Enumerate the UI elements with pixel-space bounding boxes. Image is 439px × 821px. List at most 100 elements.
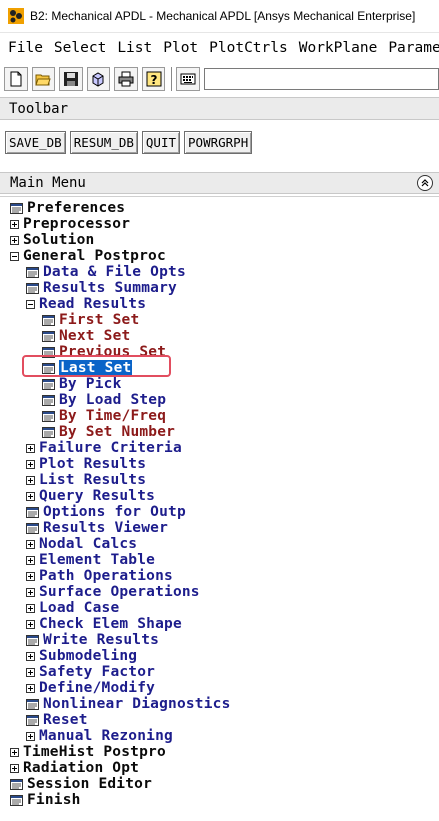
tree-item-label: Radiation Opt	[23, 760, 140, 776]
save-icon[interactable]	[59, 67, 83, 91]
collapse-minus-icon[interactable]	[26, 299, 35, 309]
menu-bar: File Select List Plot PlotCtrls WorkPlan…	[0, 36, 439, 60]
tree-item-manual-rezoning[interactable]: Manual Rezoning	[26, 728, 173, 744]
tree-item-nonlinear-diagnostics[interactable]: Nonlinear Diagnostics	[26, 696, 231, 712]
expand-plus-icon[interactable]	[10, 235, 19, 245]
tree-item-label: Plot Results	[39, 456, 147, 472]
tree-item-nodal-calcs[interactable]: Nodal Calcs	[26, 536, 137, 552]
expand-plus-icon[interactable]	[26, 587, 35, 597]
tree-item-read-results[interactable]: Read Results	[26, 296, 146, 312]
expand-plus-icon[interactable]	[26, 683, 35, 693]
tree-item-first-set[interactable]: First Set	[42, 312, 139, 328]
menu-plot[interactable]: Plot	[163, 40, 198, 56]
expand-plus-icon[interactable]	[26, 475, 35, 485]
tree-item-plot-results[interactable]: Plot Results	[26, 456, 146, 472]
tree-item-load-case[interactable]: Load Case	[26, 600, 119, 616]
tree-item-safety-factor[interactable]: Safety Factor	[26, 664, 155, 680]
main-menu-header: Main Menu	[0, 172, 439, 194]
tree-item-failure-criteria[interactable]: Failure Criteria	[26, 440, 182, 456]
expand-plus-icon[interactable]	[26, 443, 35, 453]
resum-db-button[interactable]: RESUM_DB	[69, 130, 138, 154]
cube-icon[interactable]	[86, 67, 111, 91]
tree-item-element-table[interactable]: Element Table	[26, 552, 155, 568]
tree-item-by-time-freq[interactable]: By Time/Freq	[42, 408, 166, 424]
expand-plus-icon[interactable]	[10, 219, 19, 229]
tree-item-previous-set[interactable]: Previous Set	[42, 344, 166, 360]
tree-item-path-operations[interactable]: Path Operations	[26, 568, 173, 584]
tree-item-label: First Set	[59, 312, 140, 328]
menu-leaf-icon	[26, 506, 39, 518]
menu-workplane[interactable]: WorkPlane	[299, 40, 378, 56]
svg-text:?: ?	[150, 73, 157, 87]
tree-item-label: Define/Modify	[39, 680, 156, 696]
menu-select[interactable]: Select	[54, 40, 106, 56]
open-folder-icon[interactable]	[31, 67, 56, 91]
collapse-minus-icon[interactable]	[10, 251, 19, 261]
tree-item-label: Results Viewer	[43, 520, 169, 536]
tree-item-general-postproc[interactable]: General Postproc	[10, 248, 166, 264]
new-file-icon[interactable]	[4, 67, 28, 91]
expand-plus-icon[interactable]	[26, 555, 35, 565]
menu-leaf-icon	[42, 330, 55, 342]
tree-item-by-load-step[interactable]: By Load Step	[42, 392, 166, 408]
menu-plotctrls[interactable]: PlotCtrls	[209, 40, 288, 56]
tree-item-by-set-number[interactable]: By Set Number	[42, 424, 175, 440]
tree-item-data-file-opts[interactable]: Data & File Opts	[26, 264, 186, 280]
tree-item-check-elem-shape[interactable]: Check Elem Shape	[26, 616, 182, 632]
menu-leaf-icon	[42, 362, 55, 374]
tree-item-label: Data & File Opts	[43, 264, 186, 280]
tree-item-reset[interactable]: Reset	[26, 712, 88, 728]
quit-button[interactable]: QUIT	[141, 130, 181, 154]
tree-item-preferences[interactable]: Preferences	[10, 200, 125, 216]
tree-item-query-results[interactable]: Query Results	[26, 488, 155, 504]
tree-item-label: Element Table	[39, 552, 156, 568]
tree-item-radiation-opt[interactable]: Radiation Opt	[10, 760, 139, 776]
save-db-button[interactable]: SAVE_DB	[5, 130, 66, 154]
expand-plus-icon[interactable]	[26, 667, 35, 677]
command-keyboard-icon[interactable]	[176, 67, 200, 91]
tree-item-last-set[interactable]: Last Set	[42, 360, 133, 376]
powrgrph-button[interactable]: POWRGRPH	[184, 130, 253, 154]
help-icon[interactable]: ?	[141, 67, 166, 91]
menu-parameters[interactable]: Paramet	[388, 40, 439, 56]
expand-plus-icon[interactable]	[26, 603, 35, 613]
tree-item-label: Last Set	[59, 360, 133, 376]
expand-plus-icon[interactable]	[10, 747, 19, 757]
tree-item-label: Read Results	[39, 296, 147, 312]
tree-item-label: Preprocessor	[23, 216, 131, 232]
menu-leaf-icon	[10, 778, 23, 790]
expand-plus-icon[interactable]	[26, 539, 35, 549]
command-input[interactable]	[203, 68, 439, 90]
tree-item-results-summary[interactable]: Results Summary	[26, 280, 177, 296]
tree-item-label: Nonlinear Diagnostics	[43, 696, 231, 712]
expand-plus-icon[interactable]	[26, 571, 35, 581]
tree-item-timehist-postpro[interactable]: TimeHist Postpro	[10, 744, 166, 760]
menu-file[interactable]: File	[8, 40, 43, 56]
tree-item-results-viewer[interactable]: Results Viewer	[26, 520, 168, 536]
tree-item-write-results[interactable]: Write Results	[26, 632, 159, 648]
tree-item-define-modify[interactable]: Define/Modify	[26, 680, 155, 696]
tree-item-label: Session Editor	[27, 776, 153, 792]
tree-item-solution[interactable]: Solution	[10, 232, 94, 248]
collapse-panel-icon[interactable]	[417, 175, 433, 191]
tree-item-options-for-outp[interactable]: Options for Outp	[26, 504, 186, 520]
expand-plus-icon[interactable]	[26, 491, 35, 501]
expand-plus-icon[interactable]	[26, 459, 35, 469]
tree-item-preprocessor[interactable]: Preprocessor	[10, 216, 130, 232]
tree-item-session-editor[interactable]: Session Editor	[10, 776, 152, 792]
expand-plus-icon[interactable]	[10, 763, 19, 773]
menu-list[interactable]: List	[117, 40, 152, 56]
print-icon[interactable]	[114, 67, 138, 91]
menu-leaf-icon	[26, 522, 39, 534]
tree-item-surface-operations[interactable]: Surface Operations	[26, 584, 200, 600]
expand-plus-icon[interactable]	[26, 619, 35, 629]
tree-item-label: Load Case	[39, 600, 120, 616]
tree-item-finish[interactable]: Finish	[10, 792, 81, 808]
tree-item-list-results[interactable]: List Results	[26, 472, 146, 488]
tree-item-by-pick[interactable]: By Pick	[42, 376, 122, 392]
expand-plus-icon[interactable]	[26, 651, 35, 661]
tree-item-next-set[interactable]: Next Set	[42, 328, 130, 344]
tree-item-submodeling[interactable]: Submodeling	[26, 648, 137, 664]
expand-plus-icon[interactable]	[26, 731, 35, 741]
tree-item-label: Surface Operations	[39, 584, 200, 600]
